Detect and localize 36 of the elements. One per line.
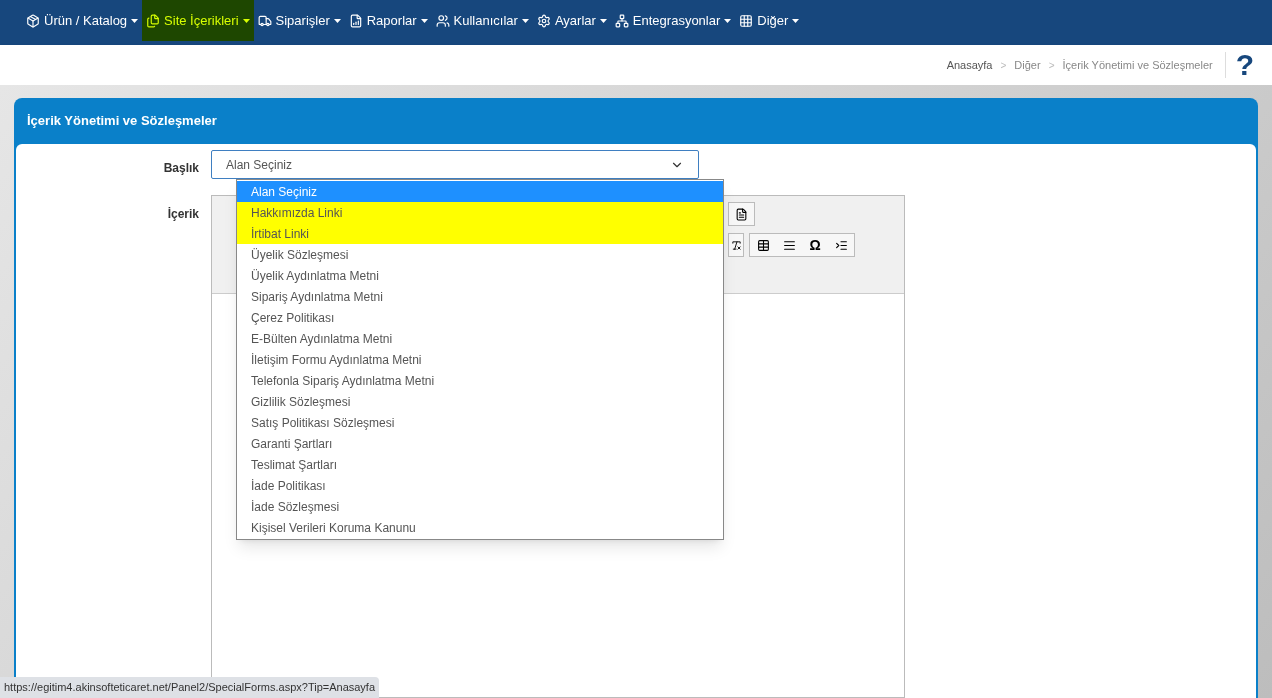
menu-item[interactable]: Raporlar [344,0,432,41]
menu-item[interactable]: Site İçerikleri [142,0,254,41]
dropdown-option[interactable]: Hakkımızda Linki [237,202,723,223]
dropdown-option[interactable]: Çerez Politikası [237,307,723,328]
breadcrumb-link[interactable]: Anasayfa [946,56,993,74]
menu-item[interactable]: Ayarlar [532,0,611,41]
dropdown-option[interactable]: E-Bülten Aydınlatma Metni [237,328,723,349]
menu-item[interactable]: Entegrasyonlar [610,0,736,41]
dropdown-option[interactable]: Gizlilik Sözleşmesi [237,391,723,412]
dropdown-option[interactable]: Satış Politikası Sözleşmesi [237,412,723,433]
menu-item[interactable]: Diğer [735,0,804,41]
dropdown-option[interactable]: Telefonla Sipariş Aydınlatma Metni [237,370,723,391]
dropdown-option[interactable]: Üyelik Sözleşmesi [237,244,723,265]
panel-title: İçerik Yönetimi ve Sözleşmeler [26,112,218,131]
help-button[interactable]: ? [1235,50,1254,80]
status-url: https://egitim4.akinsofteticaret.net/Panel2/SpecialForms.aspx?Tip=Anasayfa [0,677,380,698]
dropdown-option[interactable]: Sipariş Aydınlatma Metni [237,286,723,307]
title-select[interactable]: Alan Seçiniz [211,150,699,179]
menu-item[interactable]: Siparişler [253,0,345,41]
dropdown-option[interactable]: Garanti Şartları [237,433,723,454]
breadcrumb-separator: > [1048,58,1055,73]
special-char-button[interactable]: Ω [802,234,828,256]
dropdown-option[interactable]: İade Politikası [237,475,723,496]
dropdown-option[interactable]: Teslimat Şartları [237,454,723,475]
dropdown-option[interactable]: İrtibat Linki [237,223,723,244]
breadcrumb-link[interactable]: İçerik Yönetimi ve Sözleşmeler [1062,56,1213,74]
dropdown-option[interactable]: İade Sözleşmesi [237,496,723,517]
dropdown-option[interactable]: İletişim Formu Aydınlatma Metni [237,349,723,370]
menu-item[interactable]: Kullanıcılar [431,0,533,41]
breadcrumb-link[interactable]: Diğer [1014,56,1041,74]
field-label: Başlık [163,160,199,177]
field-label: İçerik [167,206,199,223]
dropdown-option[interactable]: Üyelik Aydınlatma Metni [237,265,723,286]
menu-item[interactable]: Ürün / Katalog [22,0,143,41]
breadcrumb-separator: > [1000,58,1007,73]
dropdown-option[interactable]: Kişisel Verileri Koruma Kanunu [237,517,723,538]
